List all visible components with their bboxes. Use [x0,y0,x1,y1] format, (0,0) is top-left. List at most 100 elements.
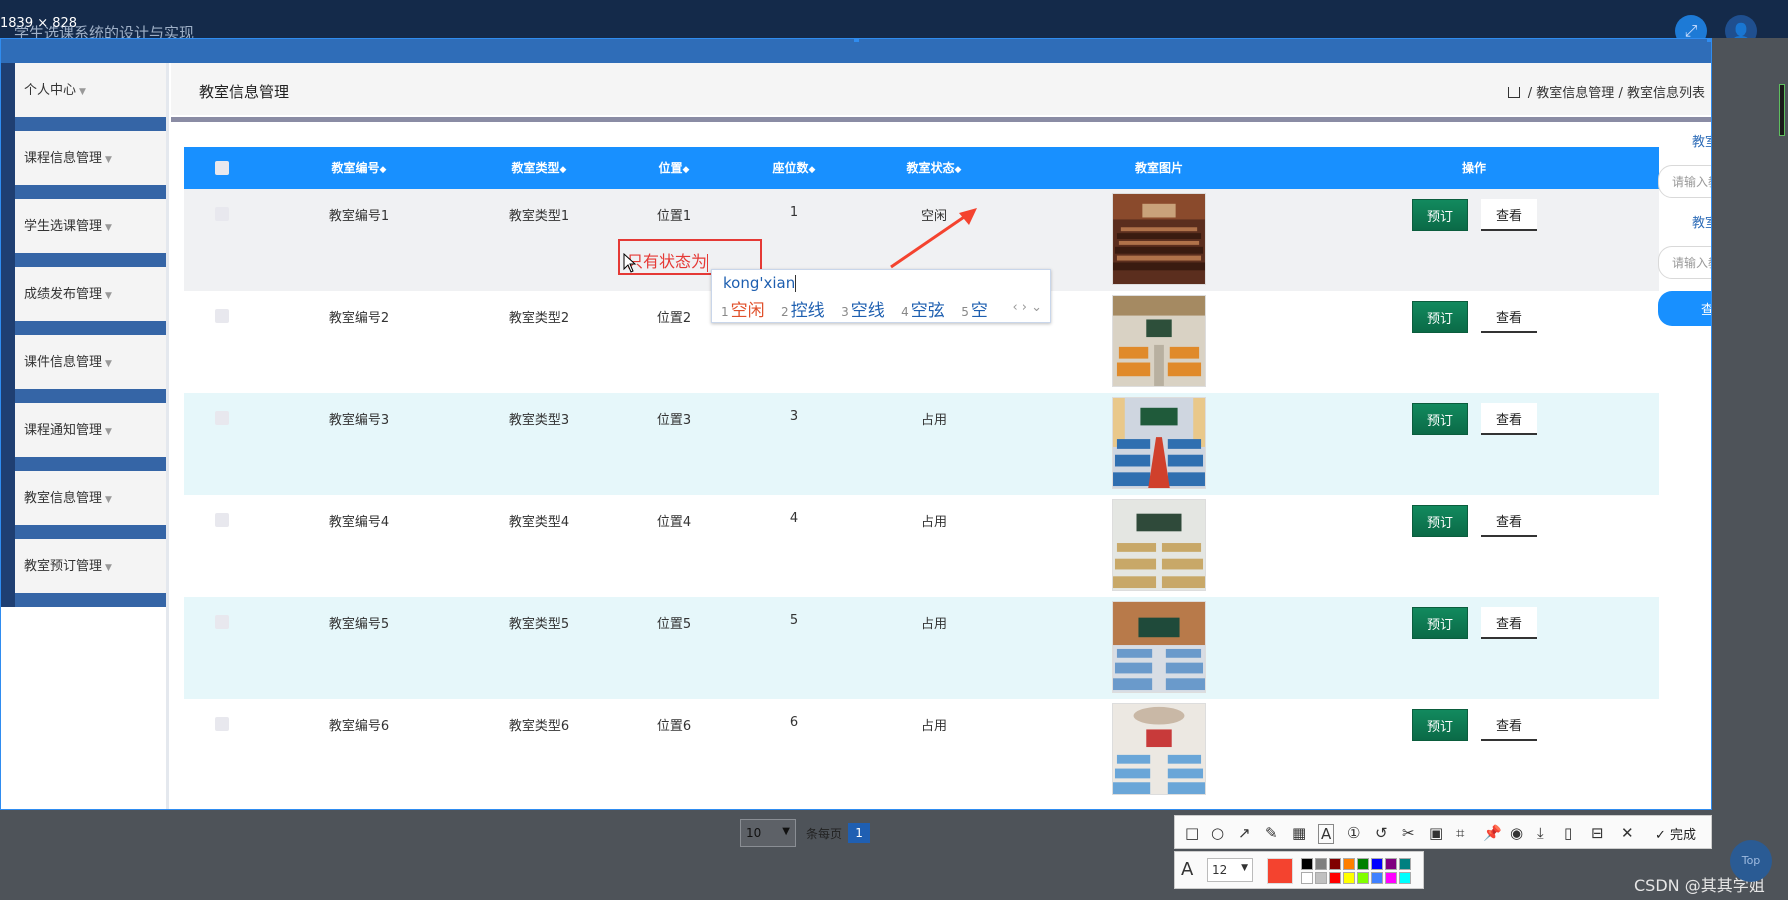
book-button[interactable]: 预订 [1412,301,1468,333]
page-number-current[interactable]: 1 [848,823,871,843]
column-header-type[interactable]: 教室类型◆ [474,147,604,191]
color-swatch[interactable] [1371,872,1383,884]
book-button[interactable]: 预订 [1412,403,1468,435]
classroom-photo[interactable] [1112,601,1206,693]
sidebar-item-course-notice[interactable]: 课程通知管理 ▼ [1,403,166,471]
book-button[interactable]: 预订 [1412,505,1468,537]
download-icon[interactable]: ⤓ [1537,824,1544,842]
color-swatch[interactable] [1301,858,1313,870]
cell-status: 占用 [920,515,947,530]
table-row: 教室编号3 教室类型3 位置3 3 占用 预订 查看 [184,393,1659,495]
annotation-arrow[interactable] [887,205,979,269]
bookmark-icon[interactable]: ⊟ [1591,824,1604,842]
column-header-seats[interactable]: 座位数◆ [744,147,844,191]
row-checkbox[interactable] [215,309,229,323]
view-button[interactable]: 查看 [1481,199,1537,231]
color-swatch[interactable] [1329,872,1341,884]
classroom-photo[interactable] [1112,703,1206,795]
home-icon[interactable] [1507,87,1520,98]
view-button[interactable]: 查看 [1481,403,1537,435]
color-swatch[interactable] [1399,858,1411,870]
scroll-capture-icon[interactable]: ▣ [1429,824,1443,842]
column-header-location[interactable]: 位置◆ [624,147,724,191]
color-swatch[interactable] [1329,858,1341,870]
capture-handle[interactable] [854,39,859,42]
classroom-code-input[interactable] [1658,165,1711,198]
sidebar-item-course-selection[interactable]: 学生选课管理 ▼ [1,199,166,267]
column-header-status[interactable]: 教室状态◆ [869,147,999,191]
font-size-select[interactable]: 12 ▼ [1207,858,1253,882]
color-swatch[interactable] [1315,872,1327,884]
page-size-select[interactable]: 10 ▼ [740,819,796,847]
column-header-code[interactable]: 教室编号◆ [294,147,424,191]
pin-icon[interactable]: 📌 [1483,824,1502,842]
book-button[interactable]: 预订 [1412,199,1468,231]
row-checkbox[interactable] [215,411,229,425]
cut-icon[interactable]: ✂ [1402,824,1415,842]
scrollbar[interactable] [1779,84,1785,136]
classroom-photo[interactable] [1112,499,1206,591]
classroom-photo[interactable] [1112,295,1206,387]
view-button[interactable]: 查看 [1481,301,1537,333]
color-swatch[interactable] [1385,858,1397,870]
close-icon[interactable]: ✕ [1621,824,1634,842]
sidebar-item-course-info[interactable]: 课程信息管理 ▼ [1,131,166,199]
arrow-tool-icon[interactable]: ↗ [1238,824,1251,842]
ime-candidate[interactable]: 4 空弦 [901,301,945,321]
cell-location: 位置6 [656,719,692,734]
text-tool-icon[interactable]: A [1318,824,1335,844]
ime-candidate[interactable]: 3 空线 [841,301,885,321]
query-button[interactable]: 查询 [1658,291,1711,326]
sidebar-item-classroom-info[interactable]: 教室信息管理 ▼ [1,471,166,539]
view-button[interactable]: 查看 [1481,505,1537,537]
mosaic-tool-icon[interactable]: ▦ [1292,824,1306,842]
sort-icon: ◆ [808,165,816,175]
color-swatch[interactable] [1343,858,1355,870]
capture-region[interactable]: 个人中心 ▼ 课程信息管理 ▼ 学生选课管理 ▼ 成绩发布管理 ▼ 课件信息管理 ▼ 课程… [0,38,1712,810]
pen-tool-icon[interactable]: ✎ [1265,824,1278,842]
row-checkbox[interactable] [215,717,229,731]
row-checkbox[interactable] [215,513,229,527]
classroom-photo[interactable] [1112,193,1206,285]
done-button[interactable]: ✓ 完成 [1655,824,1696,843]
ime-candidate[interactable]: 2 控线 [781,301,825,321]
row-checkbox[interactable] [215,207,229,221]
view-button[interactable]: 查看 [1481,607,1537,639]
color-swatch[interactable] [1357,858,1369,870]
classroom-type-input[interactable] [1658,246,1711,279]
color-swatch[interactable] [1357,872,1369,884]
ellipse-tool-icon[interactable]: ○ [1211,824,1224,842]
view-button[interactable]: 查看 [1481,709,1537,741]
color-swatch[interactable] [1399,872,1411,884]
rectangle-tool-icon[interactable]: □ [1185,824,1199,842]
ocr-icon[interactable]: ⌗ [1456,824,1464,842]
sidebar-item-classroom-booking[interactable]: 教室预订管理 ▼ [1,539,166,607]
color-swatch[interactable] [1371,858,1383,870]
book-button[interactable]: 预订 [1412,709,1468,741]
undo-icon[interactable]: ↺ [1375,824,1388,842]
row-checkbox[interactable] [215,615,229,629]
book-button[interactable]: 预订 [1412,607,1468,639]
classroom-photo[interactable] [1112,397,1206,489]
ime-page-nav-icon[interactable]: ‹ › ⌄ [1012,300,1042,315]
breadcrumb-item[interactable]: 教室信息管理 [1536,86,1614,101]
color-swatch[interactable] [1315,858,1327,870]
sidebar-item-personal-center[interactable]: 个人中心 ▼ [1,63,166,131]
cell-location: 位置2 [656,311,692,326]
current-color-swatch[interactable] [1267,858,1293,884]
color-swatch[interactable] [1301,872,1313,884]
ime-candidate[interactable]: 5空 [961,301,988,321]
select-all-checkbox[interactable] [215,161,229,175]
cell-code: 教室编号2 [328,311,390,326]
color-swatch[interactable] [1385,872,1397,884]
number-tool-icon[interactable]: ① [1347,824,1360,842]
color-swatch[interactable] [1343,872,1355,884]
back-to-top-button[interactable]: Top [1730,840,1772,882]
capture-handle[interactable] [1707,39,1711,42]
ime-candidate[interactable]: 1 空闲 [721,301,765,321]
caret-down-icon: ▼ [105,427,112,437]
record-icon[interactable]: ◉ [1510,824,1523,842]
phone-icon[interactable]: ▯ [1564,824,1572,842]
sidebar-item-grades[interactable]: 成绩发布管理 ▼ [1,267,166,335]
sidebar-item-courseware[interactable]: 课件信息管理 ▼ [1,335,166,403]
